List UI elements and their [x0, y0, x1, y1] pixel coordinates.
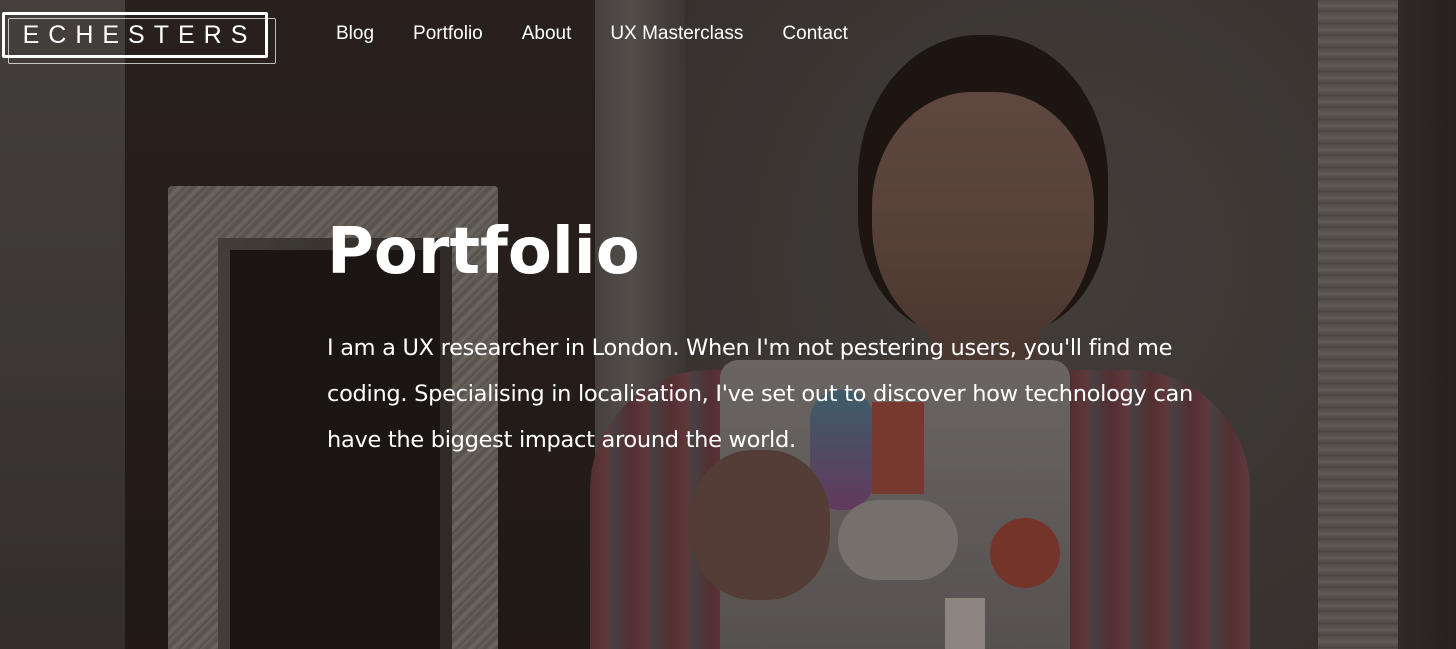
hero-intro-text: I am a UX researcher in London. When I'm…	[327, 335, 1193, 453]
nav-about[interactable]: About	[522, 21, 572, 47]
nav-portfolio[interactable]: Portfolio	[413, 21, 483, 47]
site-logo[interactable]: ECHESTERS	[2, 12, 276, 64]
main-nav: Blog Portfolio About UX Masterclass Cont…	[336, 21, 887, 47]
nav-blog[interactable]: Blog	[336, 21, 374, 47]
nav-contact[interactable]: Contact	[782, 21, 847, 47]
site-header: ECHESTERS Blog Portfolio About UX Master…	[0, 0, 1456, 70]
nav-ux-masterclass[interactable]: UX Masterclass	[610, 21, 743, 47]
page-title: Portfolio	[327, 215, 640, 289]
